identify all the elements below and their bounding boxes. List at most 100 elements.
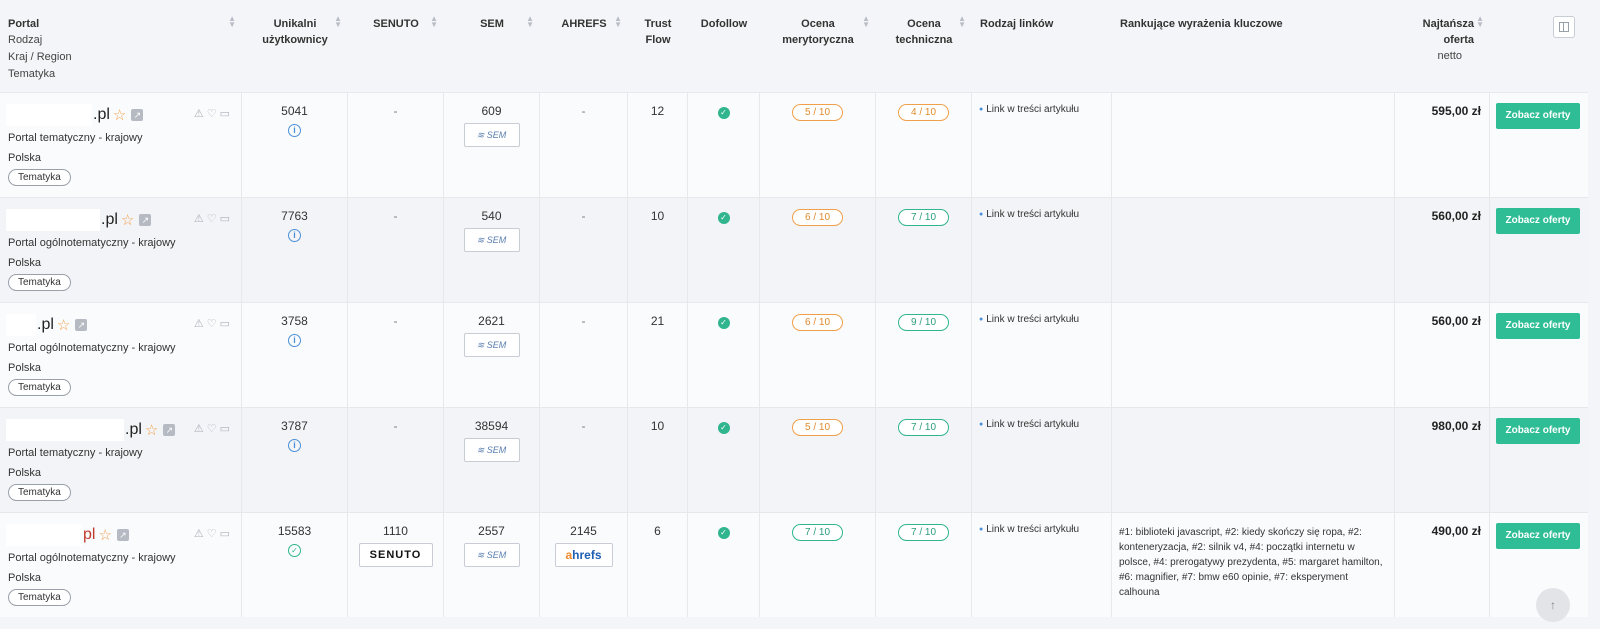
table-body: .pl ☆ ↗ ⚠♡▭ Portal tematyczny - krajowy …: [0, 92, 1588, 617]
row-actions: ⚠♡▭: [194, 317, 233, 330]
see-offers-button[interactable]: Zobacz oferty: [1496, 523, 1580, 549]
link-type-value: Link w treści artykułu: [979, 524, 1079, 535]
heart-icon[interactable]: ♡: [207, 318, 220, 330]
topic-tag[interactable]: Tematyka: [8, 379, 71, 396]
note-icon[interactable]: ▭: [220, 213, 233, 225]
warning-icon[interactable]: ⚠: [194, 423, 207, 435]
trust-flow-cell: 6: [628, 513, 688, 617]
header-trust-flow[interactable]: Trust Flow: [628, 0, 688, 92]
sem-logo[interactable]: ≋ SEM: [463, 438, 520, 462]
info-icon[interactable]: i: [288, 229, 301, 242]
tech-score: 7 / 10: [897, 419, 950, 436]
link-type-cell: Link w treści artykułu: [972, 408, 1112, 512]
portal-type: Portal tematyczny - krajowy: [8, 132, 143, 144]
note-icon[interactable]: ▭: [220, 318, 233, 330]
portal-type: Portal ogólnotematyczny - krajowy: [8, 342, 176, 354]
domain-mask: [6, 314, 36, 336]
columns-icon[interactable]: [1553, 16, 1575, 38]
arrow-up-icon[interactable]: ↑: [1536, 588, 1570, 622]
header-portal[interactable]: Portal Rodzaj Kraj / Region Tematyka ▲ ▼: [0, 0, 242, 92]
sort-icon[interactable]: ▲ ▼: [862, 15, 870, 29]
portal-domain[interactable]: .pl ☆ ↗: [6, 104, 144, 126]
external-link-icon[interactable]: ↗: [75, 319, 88, 331]
star-icon[interactable]: ☆: [121, 211, 134, 229]
heart-icon[interactable]: ♡: [207, 423, 220, 435]
heart-icon[interactable]: ♡: [207, 108, 220, 120]
sort-icon[interactable]: ▲ ▼: [958, 15, 966, 29]
external-link-icon[interactable]: ↗: [116, 529, 129, 541]
header-merit-rating[interactable]: Ocena merytoryczna ▲ ▼: [760, 0, 876, 92]
header-cheapest-offer[interactable]: Najtańsza oferta netto ▲ ▼: [1395, 0, 1490, 92]
header-unique-users-label: Unikalni użytkownicy: [262, 18, 328, 46]
portal-domain[interactable]: pl ☆ ↗: [6, 524, 129, 546]
header-senuto[interactable]: SENUTO ▲ ▼: [348, 0, 444, 92]
see-offers-button[interactable]: Zobacz oferty: [1496, 103, 1580, 129]
sort-icon[interactable]: ▲ ▼: [614, 15, 622, 29]
header-portal-sub-topic: Tematyka: [8, 68, 56, 80]
header-ahrefs[interactable]: AHREFS ▲ ▼: [540, 0, 628, 92]
sort-icon[interactable]: ▲ ▼: [334, 15, 342, 29]
sort-icon[interactable]: ▲ ▼: [526, 15, 534, 29]
info-icon[interactable]: i: [288, 124, 301, 137]
star-icon[interactable]: ☆: [145, 421, 158, 439]
portal-cell: .pl ☆ ↗ ⚠♡▭ Portal tematyczny - krajowy …: [0, 408, 242, 512]
header-net-label: netto: [1437, 50, 1462, 62]
topic-tag[interactable]: Tematyka: [8, 484, 71, 501]
senuto-logo[interactable]: SENUTO: [358, 543, 433, 567]
sem-logo[interactable]: ≋ SEM: [463, 123, 520, 147]
star-icon[interactable]: ☆: [113, 106, 126, 124]
note-icon[interactable]: ▭: [220, 423, 233, 435]
price-value: 980,00 zł: [1431, 419, 1481, 433]
external-link-icon[interactable]: ↗: [163, 424, 176, 436]
note-icon[interactable]: ▭: [220, 108, 233, 120]
sem-logo[interactable]: ≋ SEM: [463, 543, 520, 567]
sort-icon[interactable]: ▲ ▼: [1476, 15, 1484, 29]
topic-tag[interactable]: Tematyka: [8, 589, 71, 606]
header-tech-rating[interactable]: Ocena techniczna ▲ ▼: [876, 0, 972, 92]
see-offers-button[interactable]: Zobacz oferty: [1496, 208, 1580, 234]
topic-tag[interactable]: Tematyka: [8, 274, 71, 291]
unique-users-value: 3787: [281, 419, 308, 433]
sem-logo[interactable]: ≋ SEM: [463, 333, 520, 357]
sem-logo[interactable]: ≋ SEM: [463, 228, 520, 252]
merit-score: 7 / 10: [791, 524, 844, 541]
warning-icon[interactable]: ⚠: [194, 213, 207, 225]
portal-domain[interactable]: .pl ☆ ↗: [6, 314, 88, 336]
dofollow-cell: ✓: [688, 303, 760, 407]
portal-domain[interactable]: .pl ☆ ↗: [6, 419, 176, 441]
portal-country: Polska: [8, 467, 42, 479]
see-offers-button[interactable]: Zobacz oferty: [1496, 313, 1580, 339]
header-dofollow[interactable]: Dofollow: [688, 0, 760, 92]
unique-users-value: 3758: [281, 314, 308, 328]
unique-users-cell: 5041 i: [242, 93, 348, 197]
header-sem[interactable]: SEM ▲ ▼: [444, 0, 540, 92]
info-icon[interactable]: i: [288, 334, 301, 347]
external-link-icon[interactable]: ↗: [131, 109, 144, 121]
trust-flow-cell: 10: [628, 198, 688, 302]
domain-tld: .pl: [37, 316, 54, 333]
star-icon[interactable]: ☆: [57, 316, 70, 334]
heart-icon[interactable]: ♡: [207, 213, 220, 225]
sort-icon[interactable]: ▲ ▼: [430, 15, 438, 29]
header-unique-users[interactable]: Unikalni użytkownicy ▲ ▼: [242, 0, 348, 92]
external-link-icon[interactable]: ↗: [139, 214, 152, 226]
tech-score: 9 / 10: [897, 314, 950, 331]
warning-icon[interactable]: ⚠: [194, 108, 207, 120]
check-circle-icon[interactable]: ✓: [288, 544, 301, 557]
senuto-value: 1110: [383, 524, 408, 538]
info-icon[interactable]: i: [288, 439, 301, 452]
star-icon[interactable]: ☆: [98, 526, 111, 544]
header-portal-label: Portal: [8, 18, 40, 30]
ahrefs-logo[interactable]: ahrefs: [554, 543, 613, 567]
sort-icon[interactable]: ▲ ▼: [228, 15, 236, 29]
topic-tag[interactable]: Tematyka: [8, 169, 71, 186]
warning-icon[interactable]: ⚠: [194, 528, 207, 540]
trust-flow-cell: 21: [628, 303, 688, 407]
warning-icon[interactable]: ⚠: [194, 318, 207, 330]
see-offers-button[interactable]: Zobacz oferty: [1496, 418, 1580, 444]
heart-icon[interactable]: ♡: [207, 528, 220, 540]
note-icon[interactable]: ▭: [220, 528, 233, 540]
table-row: pl ☆ ↗ ⚠♡▭ Portal ogólnotematyczny - kra…: [0, 512, 1588, 617]
price-cell: 595,00 zł: [1395, 93, 1490, 197]
portal-domain[interactable]: .pl ☆ ↗: [6, 209, 152, 231]
